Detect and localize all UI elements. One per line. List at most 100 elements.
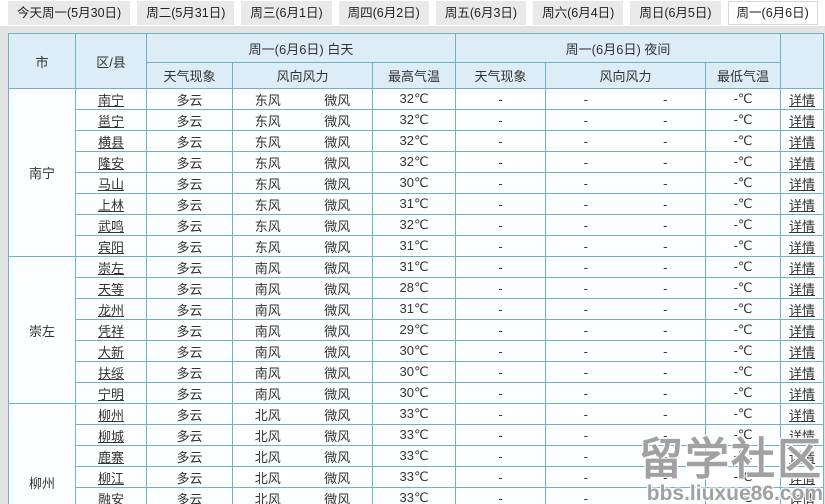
district-link[interactable]: 柳州 [98,408,124,423]
day-weather-cell: 多云 [147,446,233,467]
detail-cell: 详情 [781,194,824,215]
district-cell: 邕宁 [76,110,147,131]
night-wind-cell: -- [546,194,706,215]
day-wind-cell: 北风微风 [233,425,373,446]
tab-day-5[interactable]: 周五(6月3日) [436,1,526,25]
day-wind-direction: 东风 [233,153,303,172]
district-link[interactable]: 鹿寨 [98,450,124,465]
night-weather-cell: - [456,404,546,425]
detail-link[interactable]: 详情 [789,135,815,150]
day-wind-direction: 南风 [233,279,303,298]
detail-link[interactable]: 详情 [789,387,815,402]
table-row: 鹿寨多云北风微风33℃----℃详情 [9,446,824,467]
detail-link[interactable]: 详情 [789,156,815,171]
district-link[interactable]: 大新 [98,345,124,360]
district-link[interactable]: 融安 [98,492,124,504]
district-link[interactable]: 扶绥 [98,366,124,381]
detail-link[interactable]: 详情 [789,303,815,318]
district-link[interactable]: 凭祥 [98,324,124,339]
district-link[interactable]: 宁明 [98,387,124,402]
night-weather-cell: - [456,278,546,299]
day-weather-cell: 多云 [147,152,233,173]
district-cell: 天等 [76,278,147,299]
detail-cell: 详情 [781,425,824,446]
city-cell: 柳州 [9,404,76,504]
detail-link[interactable]: 详情 [789,177,815,192]
night-weather-cell: - [456,446,546,467]
detail-link[interactable]: 详情 [789,282,815,297]
day-weather-cell: 多云 [147,89,233,110]
detail-link[interactable]: 详情 [789,450,815,465]
tab-day-6[interactable]: 周六(6月4日) [533,1,623,25]
detail-link[interactable]: 详情 [789,408,815,423]
night-wind-cell: -- [546,152,706,173]
night-wind-force: - [626,302,706,317]
district-link[interactable]: 上林 [98,198,124,213]
district-link[interactable]: 隆安 [98,156,124,171]
district-link[interactable]: 崇左 [98,261,124,276]
day-wind-force: 微风 [303,111,373,130]
detail-link[interactable]: 详情 [789,198,815,213]
district-link[interactable]: 柳江 [98,471,124,486]
tab-day-4[interactable]: 周四(6月2日) [339,1,429,25]
night-wind-force: - [626,134,706,149]
table-row: 柳城多云北风微风33℃----℃详情 [9,425,824,446]
night-weather-cell: - [456,257,546,278]
night-wind-direction: - [546,344,626,359]
table-row: 武鸣多云东风微风32℃----℃详情 [9,215,824,236]
night-wind-force: - [626,155,706,170]
night-wind-force: - [626,197,706,212]
detail-link[interactable]: 详情 [789,219,815,234]
district-link[interactable]: 邕宁 [98,114,124,129]
detail-link[interactable]: 详情 [789,324,815,339]
night-wind-force: - [626,407,706,422]
day-wind-force: 微风 [303,300,373,319]
day-wind-cell: 南风微风 [233,362,373,383]
district-cell: 龙州 [76,299,147,320]
district-link[interactable]: 横县 [98,135,124,150]
table-row: 横县多云东风微风32℃----℃详情 [9,131,824,152]
detail-link[interactable]: 详情 [789,471,815,486]
district-link[interactable]: 龙州 [98,303,124,318]
district-link[interactable]: 南宁 [98,93,124,108]
tab-day-7[interactable]: 周日(6月5日) [630,1,720,25]
district-link[interactable]: 天等 [98,282,124,297]
table-row: 隆安多云东风微风32℃----℃详情 [9,152,824,173]
detail-cell: 详情 [781,173,824,194]
table-row: 扶绥多云南风微风30℃----℃详情 [9,362,824,383]
district-link[interactable]: 柳城 [98,429,124,444]
detail-cell: 详情 [781,383,824,404]
night-min-temp-cell: -℃ [706,362,781,383]
detail-link[interactable]: 详情 [789,114,815,129]
day-weather-cell: 多云 [147,425,233,446]
district-cell: 横县 [76,131,147,152]
tab-day-1[interactable]: 今天周一(5月30日) [8,1,130,25]
day-wind-cell: 北风微风 [233,404,373,425]
detail-link[interactable]: 详情 [789,366,815,381]
district-link[interactable]: 马山 [98,177,124,192]
detail-link[interactable]: 详情 [789,492,815,504]
night-wind-cell: -- [546,488,706,504]
district-link[interactable]: 宾阳 [98,240,124,255]
night-weather-cell: - [456,425,546,446]
night-wind-cell: -- [546,299,706,320]
tab-day-8[interactable]: 周一(6月6日) [728,1,818,25]
table-row: 宾阳多云东风微风31℃----℃详情 [9,236,824,257]
day-weather-cell: 多云 [147,215,233,236]
day-weather-cell: 多云 [147,278,233,299]
detail-link[interactable]: 详情 [789,261,815,276]
detail-link[interactable]: 详情 [789,429,815,444]
night-min-temp-cell: -℃ [706,446,781,467]
district-cell: 大新 [76,341,147,362]
table-row: 龙州多云南风微风31℃----℃详情 [9,299,824,320]
detail-link[interactable]: 详情 [789,345,815,360]
district-link[interactable]: 武鸣 [98,219,124,234]
day-wind-force: 微风 [303,363,373,382]
day-wind-cell: 东风微风 [233,131,373,152]
tab-day-3[interactable]: 周三(6月1日) [241,1,331,25]
detail-link[interactable]: 详情 [789,240,815,255]
tab-bar: 今天周一(5月30日) 周二(5月31日) 周三(6月1日) 周四(6月2日) 周五(6… [0,0,825,26]
tab-day-2[interactable]: 周二(5月31日) [137,1,234,25]
day-wind-cell: 北风微风 [233,488,373,504]
detail-link[interactable]: 详情 [789,93,815,108]
